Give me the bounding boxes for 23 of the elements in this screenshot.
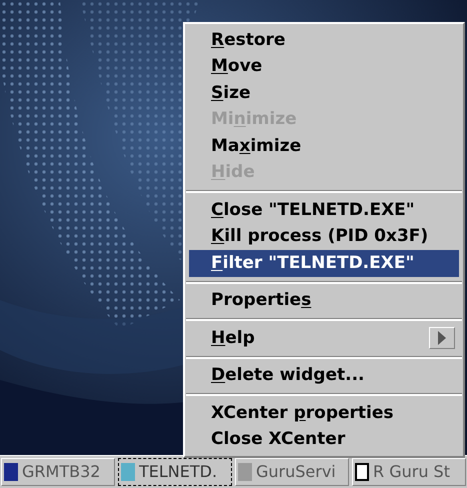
taskbar-label: GuruServi (256, 461, 336, 483)
app-icon (238, 463, 252, 481)
taskbar-button[interactable]: GuruServi (235, 458, 349, 486)
taskbar-label: GRMTB32 (22, 461, 100, 483)
app-icon (355, 463, 369, 481)
app-icon (121, 463, 135, 481)
menu-item[interactable]: Maximize (189, 133, 459, 160)
taskbar-button[interactable]: GRMTB32 (1, 458, 115, 486)
menu-item[interactable]: Delete widget... (189, 362, 459, 389)
menu-item[interactable]: Help (189, 325, 459, 352)
menu-item[interactable]: Size (189, 80, 459, 106)
menu-item[interactable]: Restore (189, 27, 459, 54)
taskbar-button[interactable]: R Guru St (352, 458, 466, 486)
menu-item[interactable]: Kill process (PID 0x3F) (189, 224, 459, 250)
app-icon (4, 463, 18, 481)
menu-item[interactable]: Move (189, 54, 459, 80)
menu-item[interactable]: Close XCenter (189, 426, 459, 453)
menu-item[interactable]: XCenter properties (189, 400, 459, 426)
menu-item[interactable]: Properties (189, 288, 459, 314)
menu-item[interactable]: Filter "TELNETD.EXE" (189, 250, 459, 276)
taskbar-label: TELNETD. (139, 461, 218, 483)
taskbar-label: R Guru St (373, 461, 450, 483)
menu-item[interactable]: Close "TELNETD.EXE" (189, 197, 459, 224)
